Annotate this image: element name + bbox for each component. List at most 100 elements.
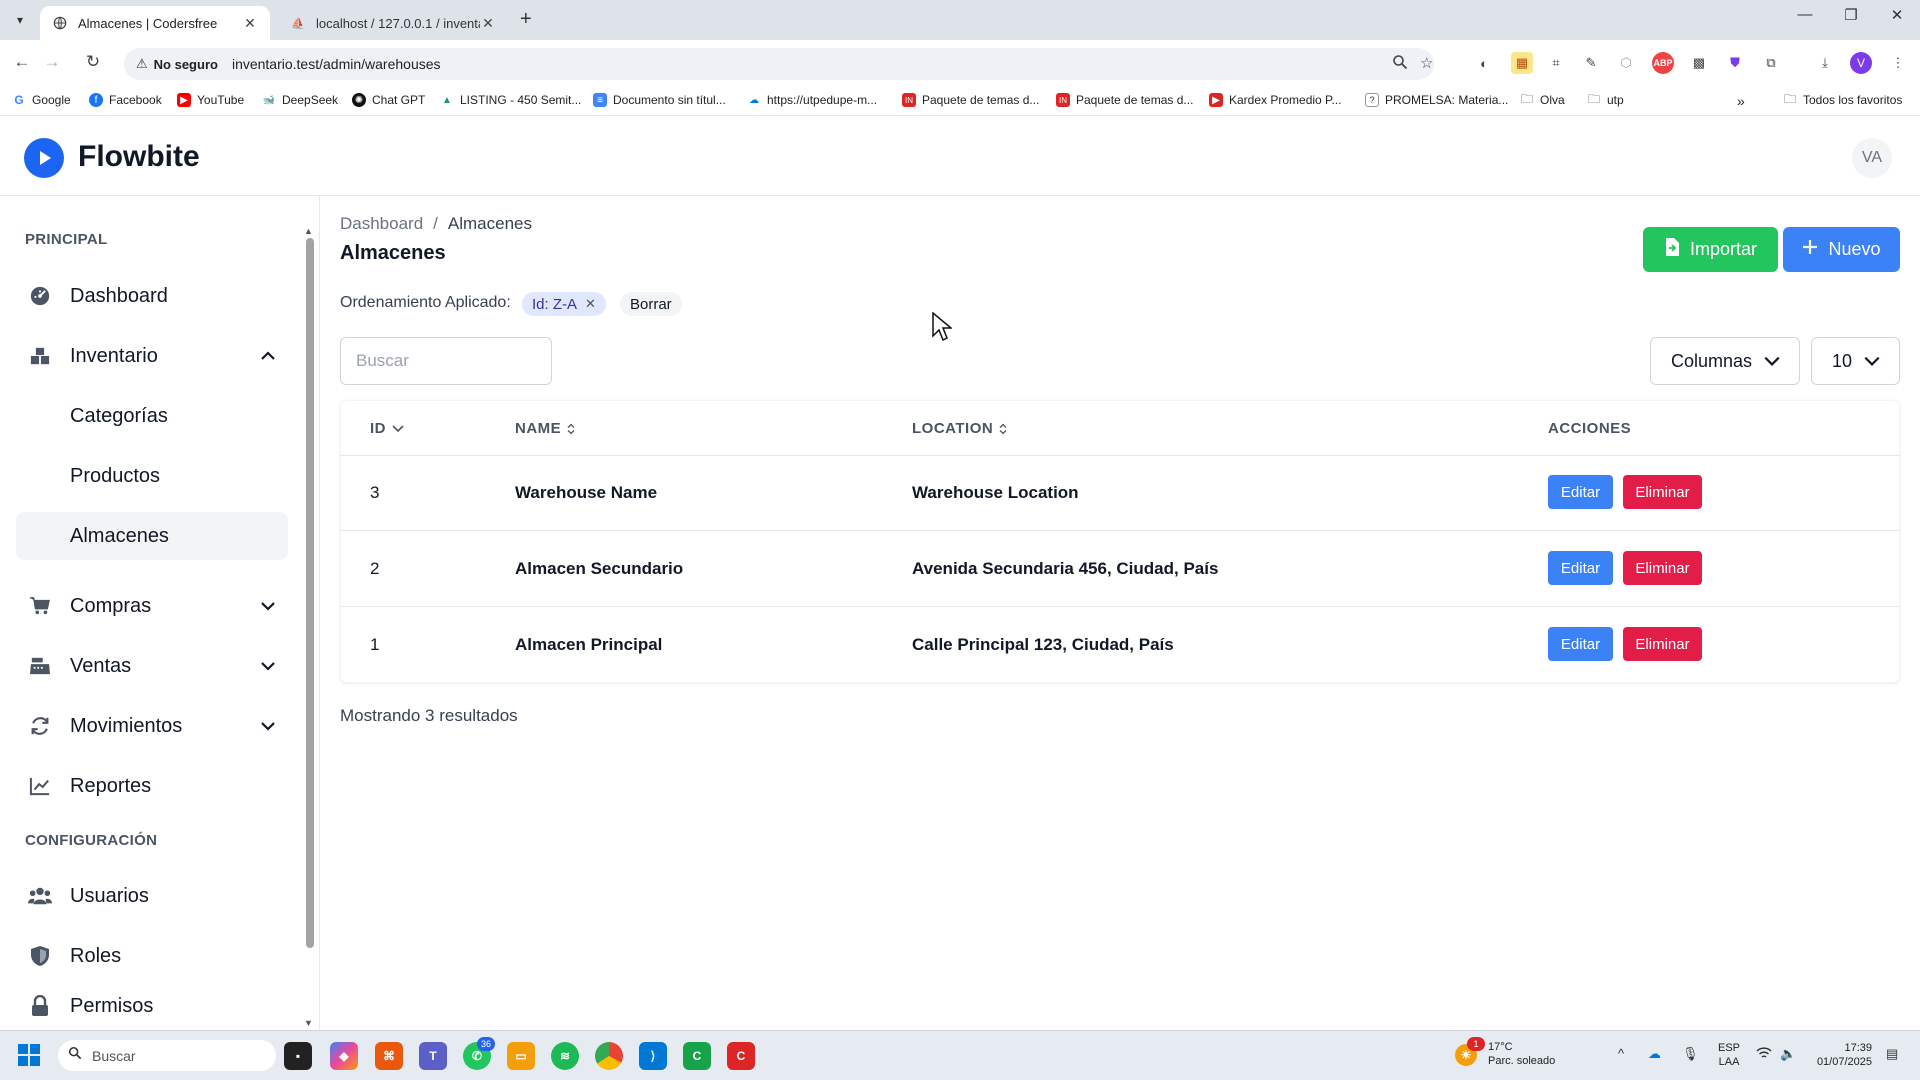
bookmark-item[interactable]: f Facebook [89, 93, 162, 107]
sidebar-item-movimientos[interactable]: Movimientos [16, 702, 288, 750]
bookmark-item[interactable]: ▶ YouTube [177, 93, 244, 107]
bookmark-item[interactable]: ≡ Documento sin títul... [593, 93, 726, 107]
bookmark-item[interactable]: G Google [12, 93, 71, 107]
sidebar-item-ventas[interactable]: Ventas [16, 642, 288, 690]
extension-icon[interactable]: ▦ [1511, 52, 1533, 74]
sidebar-item-reportes[interactable]: Reportes [16, 762, 288, 810]
more-bookmarks-icon[interactable]: » [1737, 93, 1745, 109]
app-icon[interactable]: C [727, 1042, 755, 1070]
bookmark-folder[interactable]: 🗀 Olva [1520, 92, 1565, 107]
sort-chip[interactable]: Id: Z-A ✕ [522, 292, 606, 316]
delete-button[interactable]: Eliminar [1623, 627, 1702, 661]
extension-icon[interactable]: ⌗ [1545, 52, 1567, 74]
adblock-icon[interactable]: ABP [1652, 52, 1674, 74]
column-header-id[interactable]: ID [370, 420, 404, 437]
taskbar-search[interactable]: Buscar [58, 1040, 276, 1071]
per-page-select[interactable]: 10 [1811, 337, 1900, 385]
url-text[interactable]: inventario.test/admin/warehouses [232, 56, 441, 72]
notification-icon[interactable]: ▤ [1886, 1046, 1898, 1062]
onedrive-icon[interactable]: ☁ [1648, 1046, 1661, 1062]
forward-icon[interactable]: → [39, 52, 65, 72]
spotify-icon[interactable]: ≋ [551, 1042, 579, 1070]
delete-button[interactable]: Eliminar [1623, 551, 1702, 585]
bookmark-folder[interactable]: 🗀 utp [1587, 92, 1624, 107]
windows-start-icon[interactable] [18, 1044, 40, 1066]
extension-icon[interactable]: ⬡ [1615, 52, 1637, 74]
language-indicator[interactable]: ESP LAA [1718, 1041, 1740, 1069]
column-header-name[interactable]: NAME [515, 420, 575, 437]
bookmark-item[interactable]: ? PROMELSA: Materia... [1365, 93, 1508, 107]
bookmark-item[interactable]: ▲ LISTING - 450 Semit... [440, 93, 581, 107]
file-explorer-icon[interactable]: ▭ [507, 1042, 535, 1070]
edit-button[interactable]: Editar [1548, 475, 1613, 509]
scrollbar-thumb[interactable] [306, 238, 314, 948]
tray-chevron-up-icon[interactable]: ^ [1618, 1046, 1624, 1061]
sidebar-item-productos[interactable]: Productos [16, 452, 288, 500]
bookmark-star-icon[interactable]: ☆ [1420, 54, 1433, 72]
copilot-icon[interactable]: ◆ [330, 1042, 358, 1070]
download-icon[interactable]: ⤓ [1814, 52, 1836, 74]
browser-tab[interactable]: ⛵ localhost / 127.0.0.1 / inventari ✕ [278, 6, 508, 40]
taskbar-clock[interactable]: 17:39 01/07/2025 [1812, 1041, 1872, 1069]
bookmark-item[interactable]: ▶ Kardex Promedio P... [1209, 93, 1342, 107]
pen-icon[interactable]: ✎ [1580, 52, 1602, 74]
flowbite-logo-icon[interactable] [24, 138, 64, 178]
bookmark-item[interactable]: IN Paquete de temas d... [902, 93, 1039, 107]
sidebar-item-usuarios[interactable]: Usuarios [16, 872, 288, 920]
sidebar-item-almacenes[interactable]: Almacenes [16, 512, 288, 560]
close-tab-icon[interactable]: ✕ [480, 15, 496, 32]
task-view-icon[interactable]: ▪ [284, 1042, 312, 1070]
new-tab-button[interactable]: + [520, 8, 532, 31]
sidebar-item-roles[interactable]: Roles [16, 932, 288, 980]
user-avatar[interactable]: VA [1852, 138, 1892, 178]
close-tab-icon[interactable]: ✕ [242, 15, 258, 32]
delete-button[interactable]: Eliminar [1623, 475, 1702, 509]
remove-sort-icon[interactable]: ✕ [585, 296, 596, 312]
wifi-icon[interactable] [1756, 1046, 1772, 1063]
scroll-down-icon[interactable]: ▼ [304, 1018, 313, 1028]
chrome-icon[interactable] [595, 1042, 623, 1070]
url-bar[interactable]: ⚠ No seguro inventario.test/admin/wareho… [124, 48, 1434, 80]
sidebar-item-inventario[interactable]: Inventario [16, 332, 288, 380]
reload-icon[interactable]: ↻ [80, 52, 106, 72]
bookmark-item[interactable]: 🐋 DeepSeek [262, 93, 338, 107]
column-header-location[interactable]: LOCATION [912, 420, 1007, 437]
bookmark-item[interactable]: ☁ https://utpedupe-m... [747, 93, 877, 107]
new-button[interactable]: Nuevo [1783, 227, 1900, 272]
sidebar-scrollbar[interactable]: ▲ ▼ [304, 226, 314, 1030]
tab-search-icon[interactable]: ▾ [8, 8, 32, 32]
breadcrumb-dashboard-link[interactable]: Dashboard [340, 214, 423, 234]
columns-dropdown[interactable]: Columnas [1650, 337, 1800, 385]
bookmark-item[interactable]: IN Paquete de temas d... [1056, 93, 1193, 107]
menu-kebab-icon[interactable]: ⋮ [1887, 52, 1909, 74]
weather-widget[interactable]: 17°C Parc. soleado [1488, 1040, 1555, 1068]
volume-icon[interactable]: 🔈 [1780, 1046, 1796, 1062]
sidebar-item-permisos[interactable]: Permisos [16, 982, 288, 1030]
bookmark-item[interactable]: ✺ Chat GPT [352, 93, 425, 107]
microphone-icon[interactable]: 🎙 [1682, 1046, 1699, 1062]
restore-icon[interactable]: ❐ [1836, 6, 1866, 24]
zoom-icon[interactable] [1392, 54, 1408, 74]
minimize-icon[interactable]: — [1790, 6, 1820, 23]
sidebar-item-dashboard[interactable]: Dashboard [16, 272, 288, 320]
browser-tab-active[interactable]: Almacenes | Codersfree ✕ [40, 6, 270, 40]
search-input[interactable] [340, 337, 552, 385]
import-button[interactable]: Importar [1643, 227, 1778, 272]
qr-icon[interactable]: ▩ [1688, 52, 1710, 74]
edit-button[interactable]: Editar [1548, 627, 1613, 661]
puzzle-icon[interactable]: ⧉ [1760, 52, 1782, 74]
sidebar-item-categorias[interactable]: Categorías [16, 392, 288, 440]
teams-icon[interactable]: T [419, 1042, 447, 1070]
all-favorites[interactable]: 🗀 Todos los favoritos [1783, 92, 1902, 107]
scroll-up-icon[interactable]: ▲ [304, 226, 313, 236]
shield-extension-icon[interactable]: ⛊ [1724, 52, 1746, 74]
sidebar-item-compras[interactable]: Compras [16, 582, 288, 630]
app-icon[interactable]: C [683, 1042, 711, 1070]
app-icon[interactable]: ⌘ [375, 1042, 403, 1070]
close-window-icon[interactable]: ✕ [1882, 6, 1912, 24]
edit-button[interactable]: Editar [1548, 551, 1613, 585]
clear-sort-button[interactable]: Borrar [620, 292, 682, 316]
brand-name[interactable]: Flowbite [78, 140, 200, 174]
back-icon[interactable]: ← [9, 52, 35, 72]
extension-icon[interactable]: ◐ [1473, 52, 1495, 74]
